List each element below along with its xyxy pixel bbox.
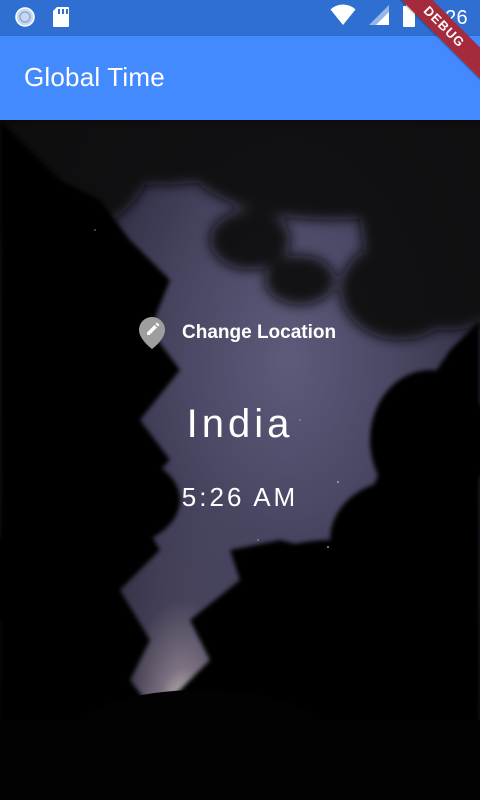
app-title: Global Time: [24, 62, 165, 92]
change-location-label: Change Location: [182, 322, 337, 343]
wifi-icon: [330, 4, 356, 32]
location-name: India: [186, 402, 294, 446]
edit-location-icon: [138, 316, 166, 350]
app-bar: Global Time: [0, 36, 480, 120]
screen: 5:26 DEBUG Global Time: [0, 0, 480, 800]
sd-card-icon: [52, 6, 70, 33]
sync-icon: [14, 6, 36, 33]
change-location-button[interactable]: Change Location: [138, 316, 336, 350]
current-time: 5:26 AM: [181, 482, 299, 512]
main-content: Change Location India 5:26 AM: [0, 120, 480, 800]
status-left-icons: [14, 6, 70, 33]
cell-signal-icon: [368, 4, 390, 32]
